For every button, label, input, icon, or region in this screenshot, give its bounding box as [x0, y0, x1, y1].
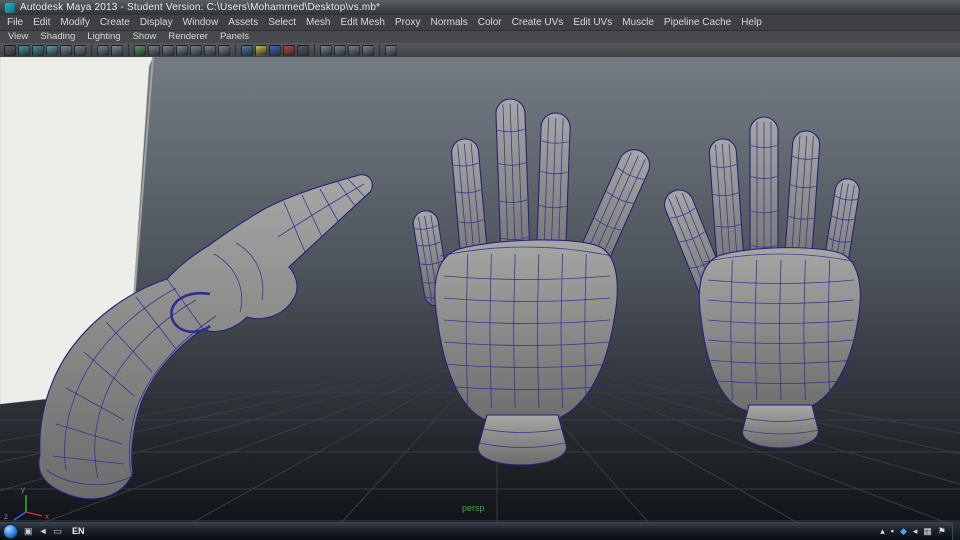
maya-window: Autodesk Maya 2013 - Student Version: C:…	[0, 0, 960, 540]
toolbar-separator	[235, 44, 236, 56]
network-icon[interactable]: ▦	[923, 523, 932, 540]
camera-attributes-icon[interactable]	[46, 44, 58, 56]
toolbar-separator	[379, 44, 380, 56]
bookmarks-icon[interactable]	[60, 44, 72, 56]
field-chart-icon[interactable]	[190, 44, 202, 56]
menu-mesh[interactable]: Mesh	[301, 15, 335, 30]
menu-edit-mesh[interactable]: Edit Mesh	[335, 15, 389, 30]
grease-pencil-icon[interactable]	[111, 44, 123, 56]
panel-menu-panels[interactable]: Panels	[214, 31, 255, 43]
panel-menu-view[interactable]: View	[2, 31, 34, 43]
volume-icon[interactable]: ◄	[39, 523, 48, 540]
menu-pipeline-cache[interactable]: Pipeline Cache	[659, 15, 736, 30]
panel-menu-show[interactable]: Show	[127, 31, 163, 43]
resolution-gate-icon[interactable]	[162, 44, 174, 56]
panel-menu-shading[interactable]: Shading	[34, 31, 81, 43]
film-gate-icon[interactable]	[148, 44, 160, 56]
language-indicator[interactable]: EN	[68, 526, 89, 536]
menu-collapse-icon[interactable]	[4, 44, 16, 56]
toolbar-separator	[314, 44, 315, 56]
share-icon[interactable]	[385, 44, 397, 56]
gamma-icon[interactable]	[362, 44, 374, 56]
action-center-icon[interactable]: ⚑	[938, 523, 946, 540]
taskbar: ▣ ◄ ▭ EN ▴ ▪ ◆ ◂ ▦ ⚑	[0, 522, 960, 540]
bluetooth-icon[interactable]: ◆	[900, 523, 907, 540]
axis-z-label: z	[4, 512, 8, 521]
safe-title-icon[interactable]	[218, 44, 230, 56]
titlebar: Autodesk Maya 2013 - Student Version: C:…	[0, 0, 960, 15]
select-camera-icon[interactable]	[18, 44, 30, 56]
menu-assets[interactable]: Assets	[223, 15, 263, 30]
menu-proxy[interactable]: Proxy	[390, 15, 426, 30]
panel-menubar: View Shading Lighting Show Renderer Panels	[0, 30, 960, 43]
menu-select[interactable]: Select	[263, 15, 301, 30]
viewport[interactable]: x y z persp	[0, 57, 960, 522]
menu-create[interactable]: Create	[95, 15, 135, 30]
menu-create-uvs[interactable]: Create UVs	[507, 15, 569, 30]
viewport-canvas[interactable]: x y z	[0, 57, 960, 522]
taskbar-tray: ▴ ▪ ◆ ◂ ▦ ⚑	[880, 522, 960, 540]
lock-camera-icon[interactable]	[32, 44, 44, 56]
start-button[interactable]	[3, 523, 18, 539]
show-desktop-button[interactable]	[952, 522, 960, 540]
shadows-icon[interactable]	[297, 44, 309, 56]
xray-icon[interactable]	[334, 44, 346, 56]
chevron-up-icon[interactable]: ▴	[880, 523, 885, 540]
gate-mask-icon[interactable]	[176, 44, 188, 56]
toolbar-separator	[91, 44, 92, 56]
camera-label: persp	[462, 503, 485, 513]
taskbar-left: ▣ ◄ ▭ EN	[3, 522, 88, 540]
menu-muscle[interactable]: Muscle	[617, 15, 659, 30]
pan-zoom-icon[interactable]	[97, 44, 109, 56]
app-tray-icon[interactable]: ▪	[891, 523, 894, 540]
menu-display[interactable]: Display	[135, 15, 178, 30]
maya-app-icon	[5, 2, 15, 13]
menu-normals[interactable]: Normals	[426, 15, 473, 30]
grid-toggle-icon[interactable]	[134, 44, 146, 56]
isolate-select-icon[interactable]	[320, 44, 332, 56]
axis-x-label: x	[45, 512, 49, 521]
menu-edit[interactable]: Edit	[28, 15, 55, 30]
panel-menu-lighting[interactable]: Lighting	[81, 31, 126, 43]
menu-edit-uvs[interactable]: Edit UVs	[568, 15, 617, 30]
exposure-icon[interactable]	[348, 44, 360, 56]
window-title: Autodesk Maya 2013 - Student Version: C:…	[20, 2, 381, 13]
main-menubar: File Edit Modify Create Display Window Assets S…	[0, 15, 960, 30]
panel-toolbar	[0, 43, 960, 57]
image-plane-icon[interactable]	[74, 44, 86, 56]
panel-menu-renderer[interactable]: Renderer	[162, 31, 214, 43]
menu-file[interactable]: File	[2, 15, 28, 30]
shaded-mode-icon[interactable]	[255, 44, 267, 56]
volume-tray-icon[interactable]: ◂	[913, 523, 918, 540]
menu-help[interactable]: Help	[736, 15, 767, 30]
safe-action-icon[interactable]	[204, 44, 216, 56]
wireframe-mode-icon[interactable]	[241, 44, 253, 56]
toolbar-separator	[128, 44, 129, 56]
lighting-icon[interactable]	[283, 44, 295, 56]
taskbar-app-icon[interactable]: ▣	[24, 523, 33, 540]
textured-mode-icon[interactable]	[269, 44, 281, 56]
menu-window[interactable]: Window	[178, 15, 224, 30]
axis-y-label: y	[21, 485, 25, 494]
input-settings-icon[interactable]: ▭	[53, 523, 62, 540]
menu-modify[interactable]: Modify	[55, 15, 94, 30]
menu-color[interactable]: Color	[473, 15, 507, 30]
